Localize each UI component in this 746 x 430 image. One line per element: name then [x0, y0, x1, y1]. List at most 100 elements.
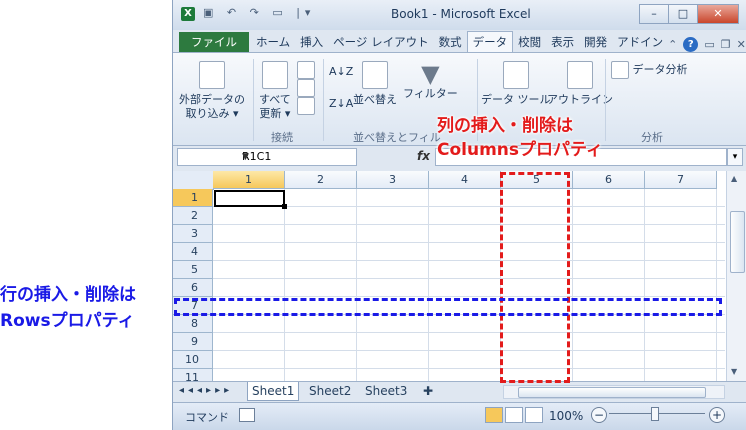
tab-developer[interactable]: 開発 [579, 32, 612, 52]
row-header[interactable]: 1 [173, 189, 213, 207]
tab-formulas[interactable]: 数式 [434, 32, 467, 52]
page-layout-view-button[interactable] [505, 407, 523, 423]
page-break-view-button[interactable] [525, 407, 543, 423]
scroll-up-icon[interactable]: ▲ [731, 174, 737, 183]
data-tools-button[interactable]: データ ツール [481, 61, 551, 107]
row-header[interactable]: 9 [173, 333, 213, 351]
rows-annotation: 行の挿入・削除は Rowsプロパティ [0, 282, 136, 334]
filter-button[interactable]: ▼ フィルター [403, 61, 458, 101]
grid-column-line [716, 189, 717, 381]
insert-sheet-icon[interactable]: ✚ [419, 382, 437, 400]
sort-dialog-icon [362, 61, 388, 89]
sort-desc-button[interactable]: Z↓A [329, 97, 353, 111]
worksheet-grid[interactable]: 1 2 3 4 5 6 7 1 2 3 4 5 6 7 8 9 10 11 ▲ ▼ [173, 171, 746, 381]
column-highlight-box [500, 172, 570, 383]
chevron-down-icon[interactable]: ▼ [242, 149, 352, 165]
grid-row-line [213, 224, 725, 225]
tab-file[interactable]: ファイル [179, 32, 249, 52]
grid-row-line [213, 350, 725, 351]
zoom-slider-thumb[interactable] [651, 407, 659, 421]
tab-data[interactable]: データ [466, 31, 514, 52]
tab-review[interactable]: 校閲 [513, 32, 546, 52]
row-header[interactable]: 10 [173, 351, 213, 369]
grid-row-line [213, 296, 725, 297]
column-header[interactable]: 1 [213, 171, 285, 189]
data-analysis-icon [611, 61, 629, 79]
row-header[interactable]: 11 [173, 369, 213, 381]
vertical-scrollbar[interactable]: ▲ ▼ [726, 171, 746, 381]
excel-app-icon[interactable]: X [181, 7, 195, 21]
sort-asc-icon: A↓Z [329, 65, 354, 78]
row-header[interactable]: 8 [173, 315, 213, 333]
ribbon-tabs: ファイル ホーム 挿入 ページ レイアウト 数式 データ 校閲 表示 開発 アド… [173, 30, 746, 52]
sheet-tab-bar: ◂◂◂▸▸▸ Sheet1 Sheet2 Sheet3 ✚ [173, 381, 746, 402]
minimize-button[interactable]: – [639, 4, 669, 24]
tab-view[interactable]: 表示 [546, 32, 579, 52]
status-mode: コマンド [185, 411, 229, 424]
close-button[interactable]: ✕ [697, 4, 739, 24]
doc-restore-icon[interactable]: ❐ [721, 38, 731, 51]
column-header[interactable]: 7 [645, 171, 717, 189]
scroll-down-icon[interactable]: ▼ [731, 367, 737, 376]
column-header[interactable]: 3 [357, 171, 429, 189]
vertical-scroll-thumb[interactable] [730, 211, 745, 273]
insert-function-icon[interactable]: fx [417, 149, 430, 163]
grid-column-line [428, 189, 429, 381]
horizontal-scroll-thumb[interactable] [518, 387, 706, 398]
row-header[interactable]: 4 [173, 243, 213, 261]
column-header[interactable]: 4 [429, 171, 501, 189]
horizontal-scrollbar[interactable] [503, 385, 725, 399]
grid-row-line [213, 332, 725, 333]
row-header[interactable]: 5 [173, 261, 213, 279]
tab-home[interactable]: ホーム [251, 32, 295, 52]
data-tools-label: データ ツール [481, 93, 551, 106]
data-analysis-button[interactable]: データ分析 [611, 61, 688, 79]
expand-formula-bar-icon[interactable]: ▾ [727, 148, 743, 166]
grid-row-line [213, 206, 725, 207]
row-header[interactable]: 2 [173, 207, 213, 225]
zoom-level[interactable]: 100% [549, 409, 583, 423]
doc-close-icon[interactable]: ✕ [737, 38, 746, 51]
grid-row-line [213, 242, 725, 243]
tab-page-layout[interactable]: ページ レイアウト [328, 32, 433, 52]
sort-asc-button[interactable]: A↓Z [329, 65, 353, 79]
group-sort-filter-label: 並べ替えとフィル [353, 131, 441, 144]
columns-annotation-line1: 列の挿入・削除は [437, 116, 573, 136]
tab-insert[interactable]: 挿入 [295, 32, 328, 52]
active-cell[interactable] [214, 190, 287, 209]
doc-minimize-icon[interactable]: ▭ [704, 38, 714, 51]
grid-row-line [213, 278, 725, 279]
quick-access-toolbar[interactable]: ▣ ↶ ↷ ▭ |▾ [203, 6, 315, 19]
collapse-ribbon-icon[interactable]: ⌃ [668, 38, 677, 51]
select-all-corner[interactable] [173, 171, 214, 190]
filter-label: フィルター [403, 87, 458, 100]
refresh-all-button[interactable]: すべて 更新 ▾ [259, 61, 291, 121]
maximize-button[interactable]: □ [668, 4, 698, 24]
get-external-data-button[interactable]: 外部データの 取り込み ▾ [179, 61, 245, 121]
connections-icon [297, 61, 315, 79]
sheet-nav-arrows[interactable]: ◂◂◂▸▸▸ [179, 385, 233, 396]
help-icon[interactable]: ? [683, 37, 699, 52]
sheet-tab[interactable]: Sheet3 [361, 382, 411, 400]
view-buttons [485, 407, 543, 423]
normal-view-button[interactable] [485, 407, 503, 423]
tab-addins[interactable]: アドイン [612, 32, 668, 52]
row-header[interactable]: 6 [173, 279, 213, 297]
group-connections-label: 接続 [271, 131, 293, 144]
columns-annotation: 列の挿入・削除は Columnsプロパティ [437, 114, 603, 162]
sheet-tab[interactable]: Sheet2 [305, 382, 355, 400]
macro-record-icon[interactable] [239, 408, 255, 422]
zoom-in-button[interactable]: + [709, 407, 725, 423]
column-header[interactable]: 6 [573, 171, 645, 189]
sheet-tab[interactable]: Sheet1 [247, 382, 300, 401]
sort-button[interactable]: 並べ替え [353, 61, 397, 107]
refresh-all-label: すべて [259, 93, 291, 106]
data-tools-icon [502, 61, 529, 89]
outline-button[interactable]: アウトライン [547, 61, 613, 107]
name-box[interactable]: R1C1 ▼ [177, 148, 357, 166]
column-header[interactable]: 2 [285, 171, 357, 189]
connections-small-buttons[interactable] [297, 61, 315, 115]
funnel-icon: ▼ [421, 60, 440, 88]
row-header[interactable]: 3 [173, 225, 213, 243]
zoom-out-button[interactable]: − [591, 407, 607, 423]
